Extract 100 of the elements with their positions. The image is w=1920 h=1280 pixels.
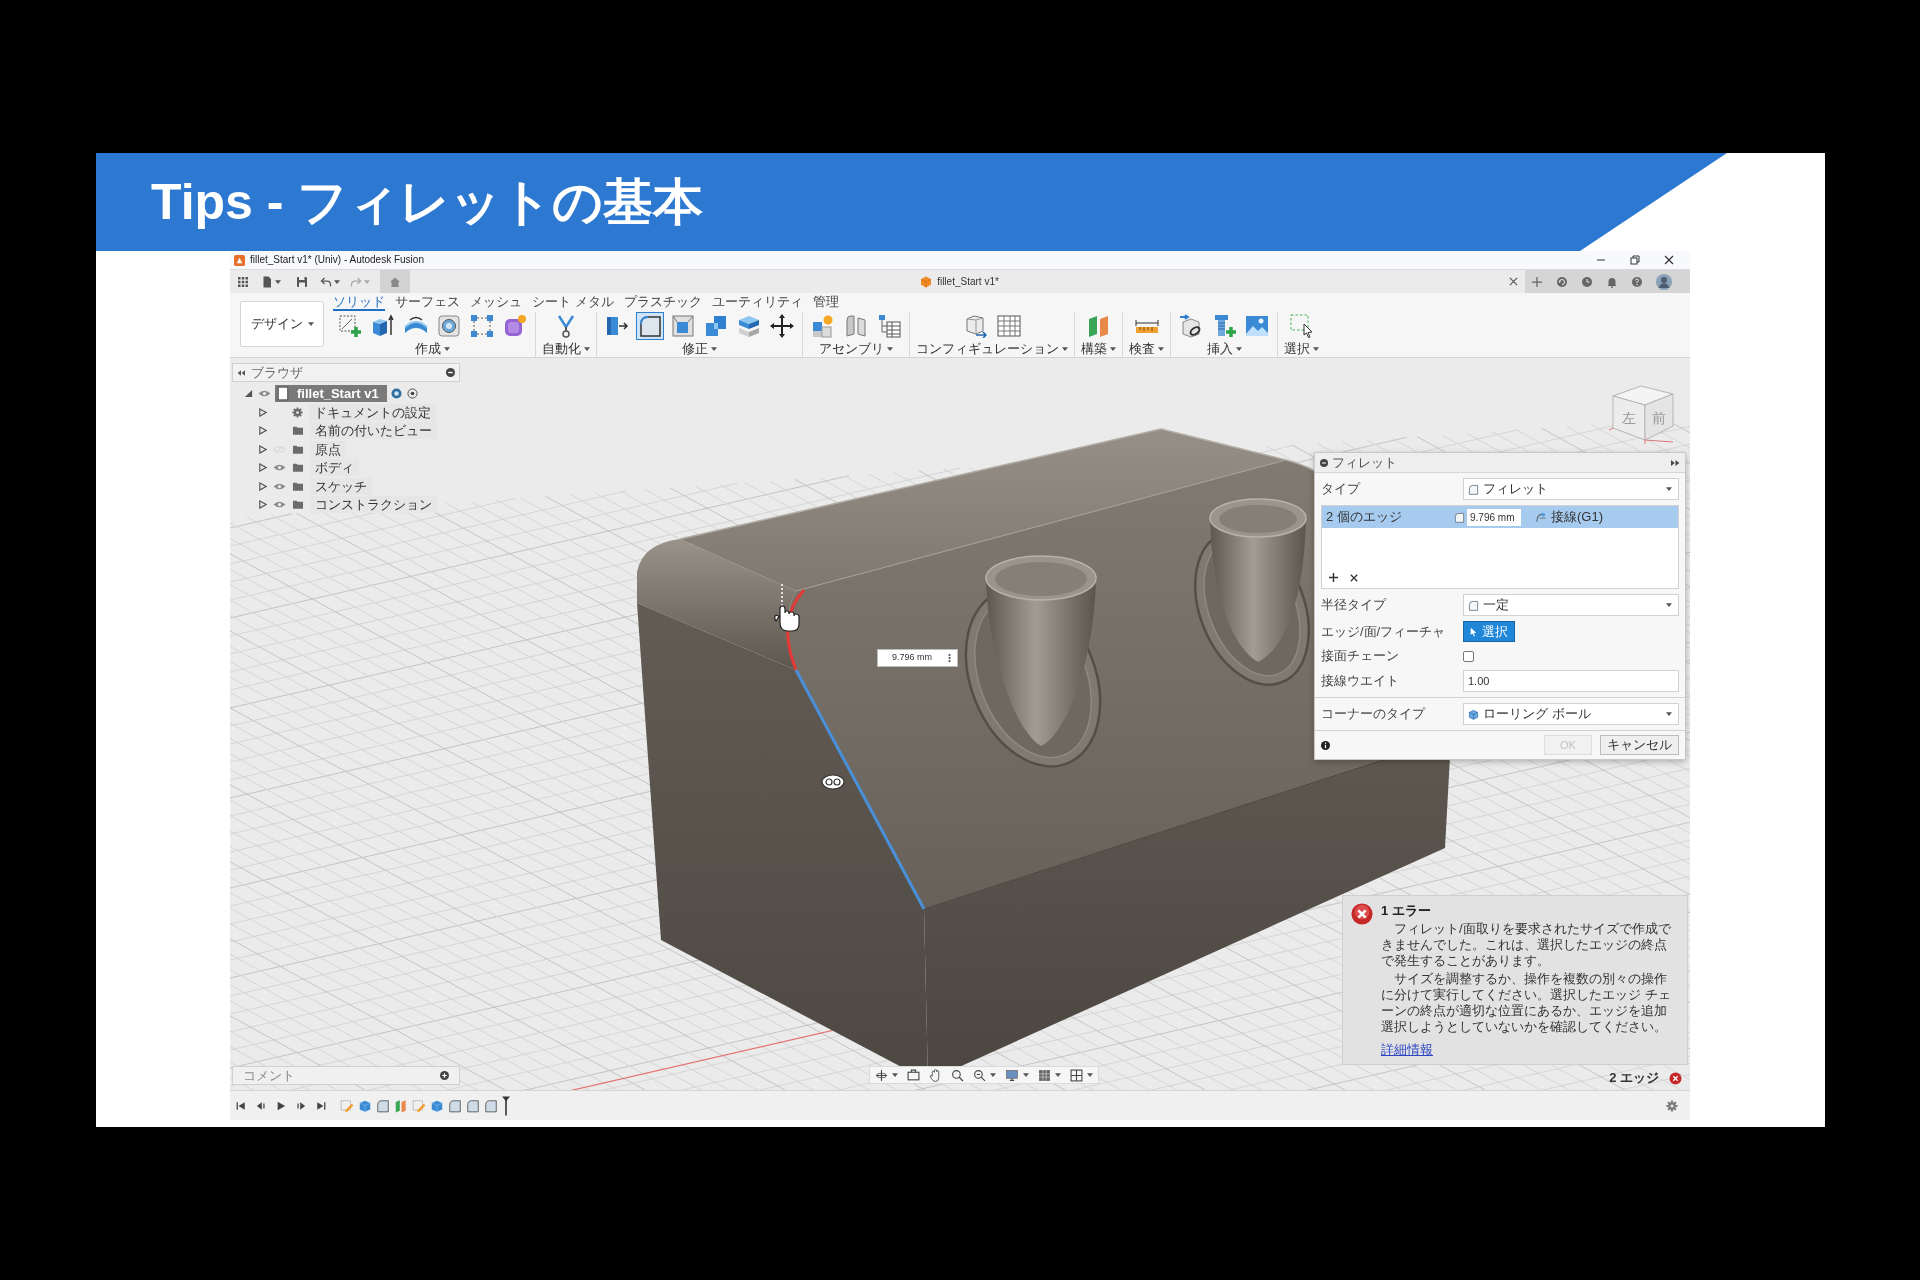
cancel-button[interactable]: キャンセル bbox=[1600, 735, 1679, 755]
close-icon[interactable] bbox=[1509, 277, 1518, 286]
toolbar-tab[interactable]: ソリッド bbox=[333, 294, 385, 311]
tree-item[interactable]: fillet_Start v1 bbox=[292, 385, 387, 402]
expand-triangle-icon[interactable] bbox=[258, 426, 267, 436]
radio-icon[interactable] bbox=[406, 388, 418, 399]
planes-icon[interactable] bbox=[394, 1098, 408, 1113]
file-icon[interactable] bbox=[261, 275, 273, 288]
grid-icon[interactable] bbox=[1038, 1068, 1051, 1082]
minus-circle-icon[interactable] bbox=[446, 368, 455, 377]
tree-item[interactable]: スケッチ bbox=[310, 477, 372, 495]
group-menu-button[interactable]: 構築 bbox=[1081, 340, 1116, 357]
checkbox[interactable] bbox=[1463, 650, 1474, 662]
expand-triangle-icon[interactable] bbox=[258, 407, 267, 417]
toolbar-tab[interactable]: プラスチック bbox=[623, 294, 702, 311]
eye-icon[interactable] bbox=[273, 500, 286, 510]
step-forward-icon[interactable] bbox=[296, 1100, 306, 1111]
dimension-input[interactable]: 9.796 mm bbox=[877, 649, 958, 667]
two-panels-icon bbox=[844, 314, 868, 338]
eye-icon[interactable] bbox=[273, 463, 286, 473]
orbit-icon[interactable] bbox=[875, 1068, 888, 1082]
monitor-icon[interactable] bbox=[1005, 1068, 1019, 1082]
details-link[interactable]: 詳細情報 bbox=[1381, 1042, 1433, 1057]
radius-input[interactable]: 9.796 mm bbox=[1467, 508, 1521, 526]
briefcase-icon[interactable] bbox=[907, 1068, 920, 1082]
collapse-panel-icon[interactable] bbox=[237, 369, 245, 376]
eye-icon[interactable] bbox=[273, 481, 286, 491]
error-icon[interactable] bbox=[1669, 1071, 1682, 1085]
corner-type-dropdown[interactable]: ローリング ボール bbox=[1463, 703, 1679, 725]
undo-icon[interactable] bbox=[320, 275, 332, 288]
step-back-icon[interactable] bbox=[256, 1100, 266, 1111]
help-icon[interactable] bbox=[1631, 275, 1643, 288]
tree-item[interactable]: ドキュメントの設定 bbox=[309, 403, 436, 421]
settings-icon[interactable] bbox=[1666, 1099, 1678, 1112]
group-menu-button[interactable]: 検査 bbox=[1129, 340, 1164, 357]
radius-type-dropdown[interactable]: 一定 bbox=[1463, 594, 1679, 616]
edge-selection-row[interactable]: 2 個のエッジ 9.796 mm 接線(G1) bbox=[1322, 506, 1678, 528]
caret-icon bbox=[1666, 487, 1672, 491]
rounded-corner-icon[interactable] bbox=[466, 1098, 480, 1113]
toolbar-tab[interactable]: 管理 bbox=[812, 294, 839, 311]
more-icon[interactable] bbox=[948, 653, 951, 663]
tree-item[interactable]: 原点 bbox=[310, 440, 346, 458]
document-tab[interactable]: fillet_Start v1* bbox=[937, 275, 999, 288]
tree-item[interactable]: コンストラクション bbox=[310, 496, 437, 514]
expand-triangle-icon[interactable] bbox=[258, 500, 267, 510]
toolbar-tab[interactable]: ユーティリティ bbox=[711, 294, 803, 311]
avatar-icon[interactable] bbox=[1656, 273, 1672, 290]
edge-handle-icon[interactable] bbox=[821, 774, 845, 790]
refresh-icon[interactable] bbox=[1556, 275, 1568, 288]
expand-triangle-icon[interactable] bbox=[258, 481, 267, 491]
caret-icon bbox=[584, 346, 590, 351]
zoom-out-icon[interactable] bbox=[973, 1068, 986, 1082]
workspace-dropdown[interactable]: デザイン bbox=[240, 301, 324, 347]
tree-item[interactable]: ボディ bbox=[310, 459, 359, 477]
view-cube-label: 前 bbox=[1652, 410, 1666, 426]
group-menu-button[interactable]: 作成 bbox=[415, 340, 450, 357]
restore-icon[interactable] bbox=[1630, 255, 1640, 265]
skip-start-icon[interactable] bbox=[236, 1100, 246, 1111]
bell-icon[interactable] bbox=[1606, 275, 1618, 288]
group-menu-button[interactable]: 選択 bbox=[1284, 340, 1319, 357]
type-dropdown[interactable]: フィレット bbox=[1463, 478, 1679, 500]
toolbar-tab[interactable]: メッシュ bbox=[470, 294, 522, 311]
select-button[interactable]: 選択 bbox=[1463, 621, 1515, 642]
minus-circle-icon[interactable] bbox=[1320, 458, 1328, 467]
info-icon[interactable] bbox=[1321, 740, 1330, 750]
rounded-corner-icon[interactable] bbox=[448, 1098, 462, 1113]
zoom-icon[interactable] bbox=[951, 1068, 964, 1082]
group-menu-button[interactable]: 自動化 bbox=[542, 340, 590, 357]
app-logo-icon bbox=[234, 254, 245, 266]
group-menu-button[interactable]: 修正 bbox=[682, 340, 717, 357]
weight-input[interactable]: 1.00 bbox=[1463, 670, 1679, 692]
tool-button[interactable] bbox=[768, 312, 796, 340]
plus-circle-icon[interactable] bbox=[440, 1071, 449, 1080]
plus-icon[interactable] bbox=[1329, 573, 1338, 582]
group-menu-button[interactable]: アセンブリ bbox=[819, 340, 893, 357]
cube-icon[interactable] bbox=[358, 1098, 372, 1113]
four-panes-icon[interactable] bbox=[1070, 1068, 1083, 1082]
group-menu-button[interactable]: 挿入 bbox=[1206, 340, 1242, 357]
toolbar-tab[interactable]: サーフェス bbox=[395, 294, 460, 311]
apps-grid-icon[interactable] bbox=[237, 275, 249, 288]
group-menu-button[interactable]: コンフィギュレーション bbox=[916, 340, 1068, 357]
collapse-triangle-icon[interactable] bbox=[244, 389, 253, 398]
close-icon[interactable] bbox=[1664, 255, 1674, 265]
expand-triangle-icon[interactable] bbox=[258, 444, 267, 454]
hand-icon[interactable] bbox=[929, 1068, 942, 1082]
clock-icon[interactable] bbox=[1581, 275, 1593, 288]
caret-icon bbox=[892, 1073, 898, 1077]
rounded-corner-icon[interactable] bbox=[376, 1098, 390, 1113]
eye-icon[interactable] bbox=[258, 389, 271, 398]
expand-triangle-icon[interactable] bbox=[258, 463, 267, 473]
cube-icon[interactable] bbox=[430, 1098, 444, 1113]
play-icon[interactable] bbox=[276, 1100, 286, 1111]
tree-item[interactable]: 名前の付いたビュー bbox=[310, 422, 437, 440]
caret-icon bbox=[307, 322, 314, 326]
skip-end-icon[interactable] bbox=[316, 1100, 326, 1111]
expand-icon[interactable] bbox=[1671, 459, 1680, 466]
timeline-marker-icon[interactable] bbox=[502, 1094, 510, 1117]
delete-icon[interactable] bbox=[1350, 573, 1358, 582]
box-arrows-icon bbox=[963, 314, 988, 338]
toolbar-tab[interactable]: シート メタル bbox=[532, 294, 614, 311]
